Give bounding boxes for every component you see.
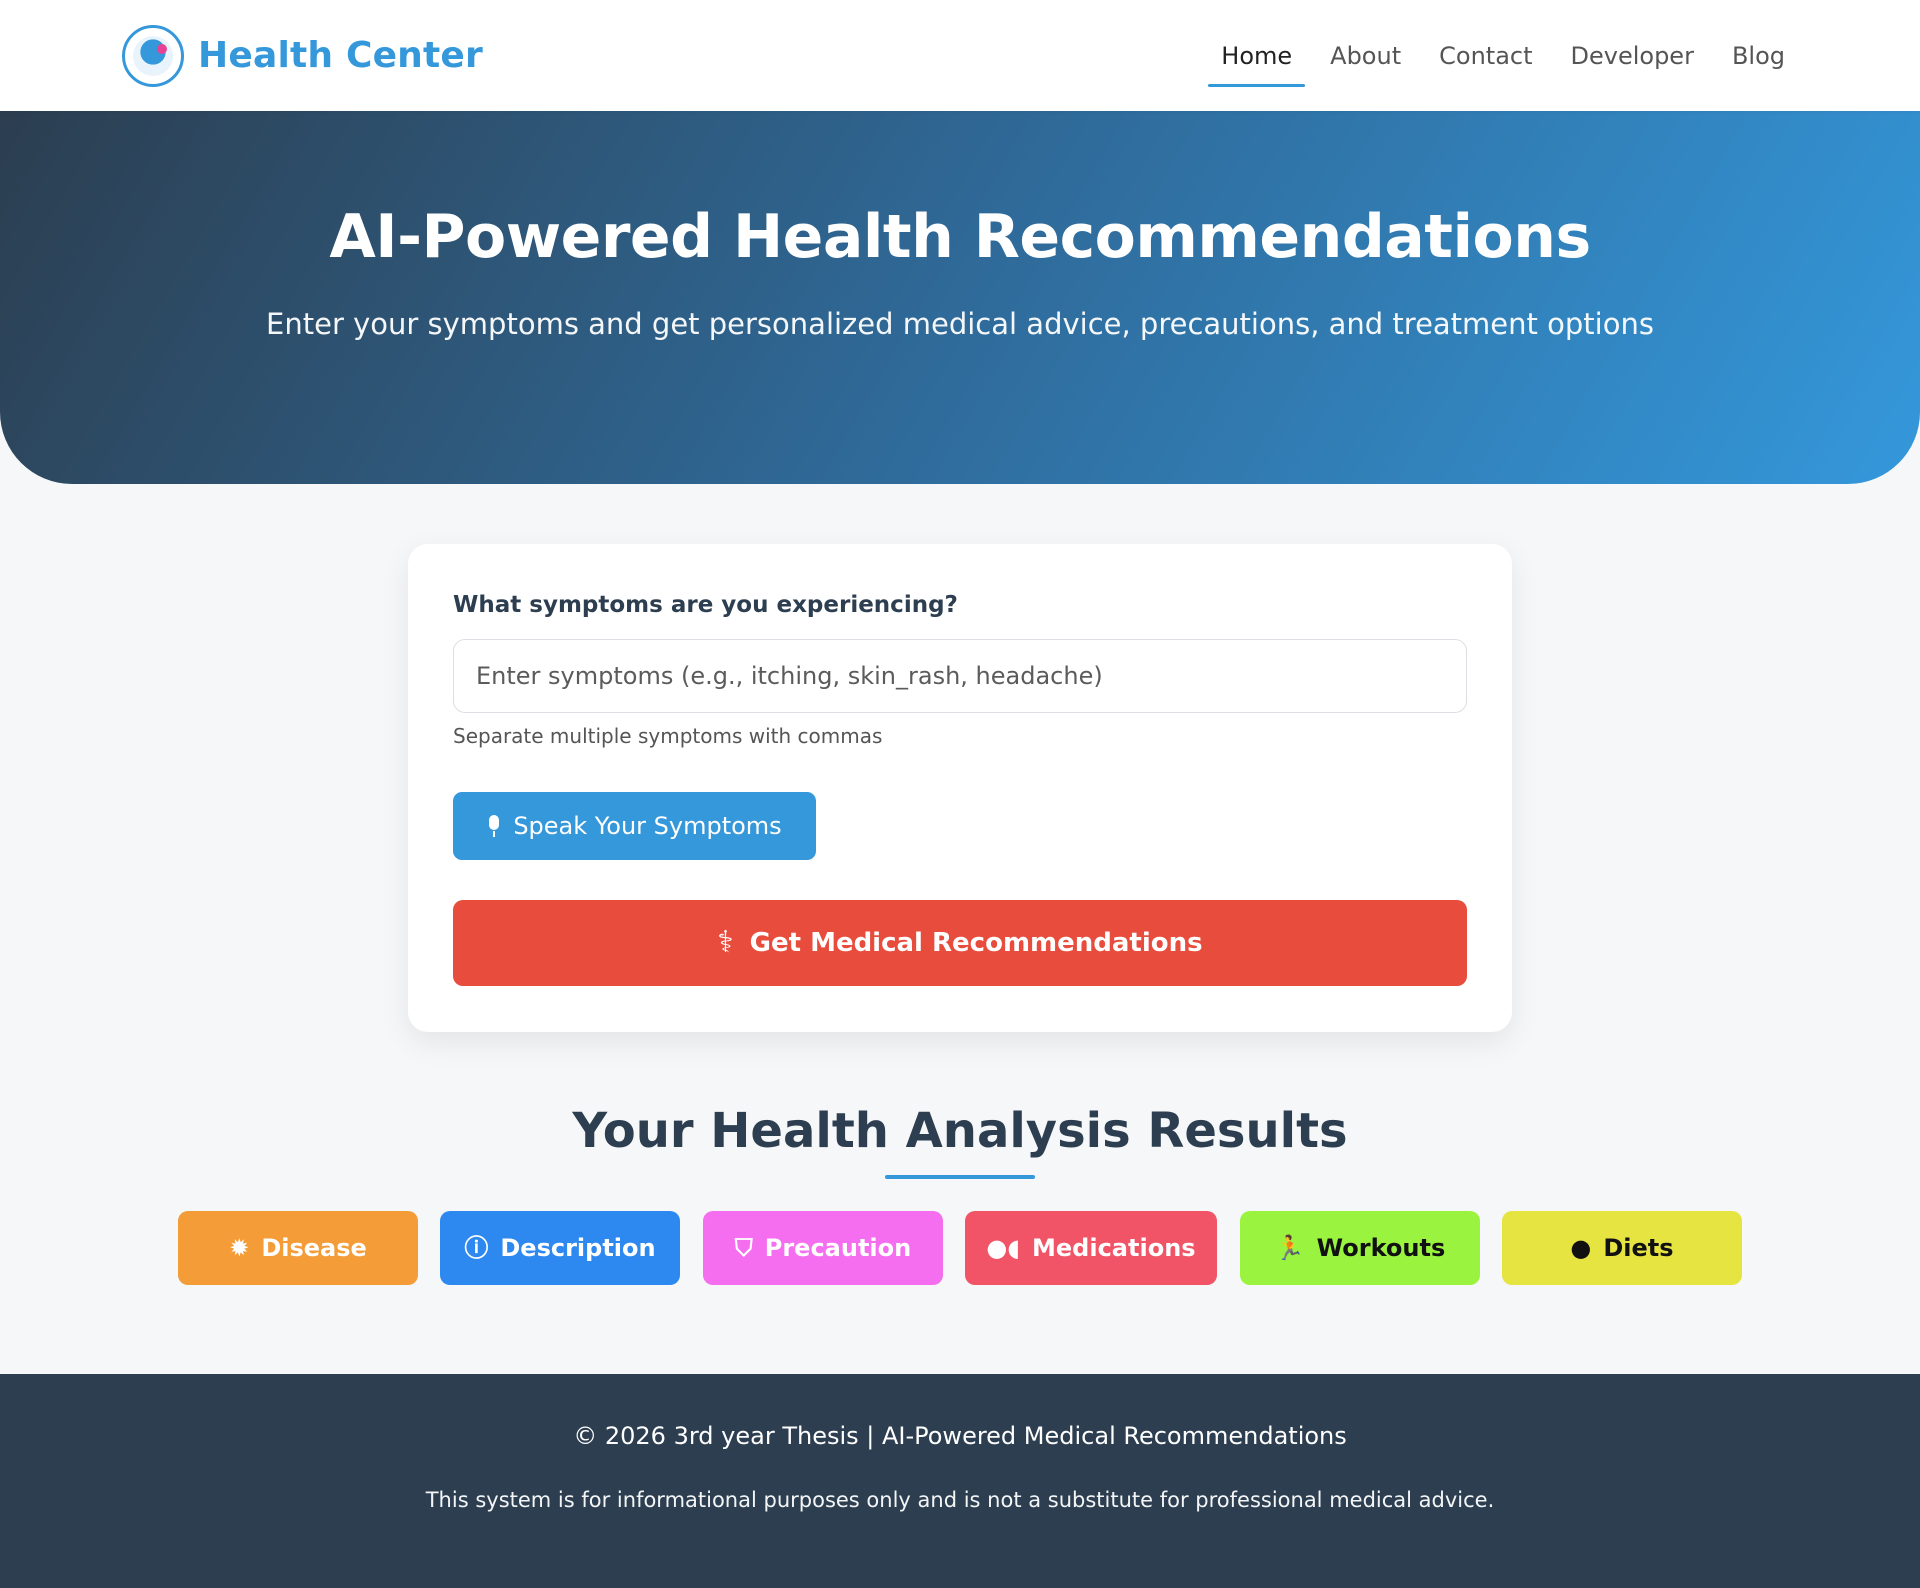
results-title-underline <box>885 1175 1035 1179</box>
footer-disclaimer: This system is for informational purpose… <box>425 1488 1495 1512</box>
precaution-button[interactable]: ⛉ Precaution <box>703 1211 943 1285</box>
running-icon: 🏃 <box>1274 1234 1305 1262</box>
nav-developer[interactable]: Developer <box>1558 0 1707 111</box>
hero-banner: AI-Powered Health Recommendations Enter … <box>0 111 1920 484</box>
diets-label: Diets <box>1603 1234 1674 1262</box>
workouts-label: Workouts <box>1316 1234 1446 1262</box>
nav-about[interactable]: About <box>1317 0 1414 111</box>
symptoms-hint: Separate multiple symptoms with commas <box>453 724 883 748</box>
brand[interactable]: Health Center <box>122 24 483 87</box>
stethoscope-icon: ⚕ <box>717 925 734 960</box>
speak-symptoms-button[interactable]: Speak Your Symptoms <box>453 792 816 860</box>
nav-home[interactable]: Home <box>1208 0 1306 111</box>
microphone-icon <box>487 815 501 837</box>
footer-copyright: © 2026 3rd year Thesis | AI-Powered Medi… <box>573 1422 1347 1450</box>
description-label: Description <box>500 1234 656 1262</box>
logo-icon <box>122 24 184 87</box>
disease-button[interactable]: ✹ Disease <box>178 1211 418 1285</box>
results-tabs: ✹ Disease ⓘ Description ⛉ Precaution ●◖ … <box>178 1211 1742 1285</box>
results-title: Your Health Analysis Results <box>572 1103 1348 1159</box>
virus-icon: ✹ <box>229 1234 250 1262</box>
speak-symptoms-label: Speak Your Symptoms <box>513 812 782 840</box>
workouts-button[interactable]: 🏃 Workouts <box>1240 1211 1480 1285</box>
nav-blog[interactable]: Blog <box>1719 0 1798 111</box>
symptoms-input[interactable] <box>453 639 1467 713</box>
get-recommendations-button[interactable]: ⚕ Get Medical Recommendations <box>453 900 1467 986</box>
pills-icon: ●◖ <box>986 1234 1021 1262</box>
medications-label: Medications <box>1032 1234 1196 1262</box>
description-button[interactable]: ⓘ Description <box>440 1211 680 1285</box>
apple-icon: ● <box>1570 1234 1592 1262</box>
medications-button[interactable]: ●◖ Medications <box>965 1211 1217 1285</box>
precaution-label: Precaution <box>764 1234 912 1262</box>
top-navbar: Health Center Home About Contact Develop… <box>0 0 1920 111</box>
symptoms-label: What symptoms are you experiencing? <box>453 592 958 618</box>
brand-name: Health Center <box>198 35 483 76</box>
main-nav: Home About Contact Developer Blog <box>1208 0 1798 111</box>
hero-subtitle: Enter your symptoms and get personalized… <box>266 307 1654 341</box>
diets-button[interactable]: ● Diets <box>1502 1211 1742 1285</box>
get-recommendations-label: Get Medical Recommendations <box>749 928 1203 958</box>
disease-label: Disease <box>261 1234 367 1262</box>
shield-icon: ⛉ <box>734 1234 753 1262</box>
hero-title: AI-Powered Health Recommendations <box>329 202 1591 272</box>
info-icon: ⓘ <box>464 1234 489 1262</box>
footer: © 2026 3rd year Thesis | AI-Powered Medi… <box>0 1374 1920 1588</box>
symptom-form-card: What symptoms are you experiencing? Sepa… <box>408 544 1512 1032</box>
nav-contact[interactable]: Contact <box>1426 0 1545 111</box>
